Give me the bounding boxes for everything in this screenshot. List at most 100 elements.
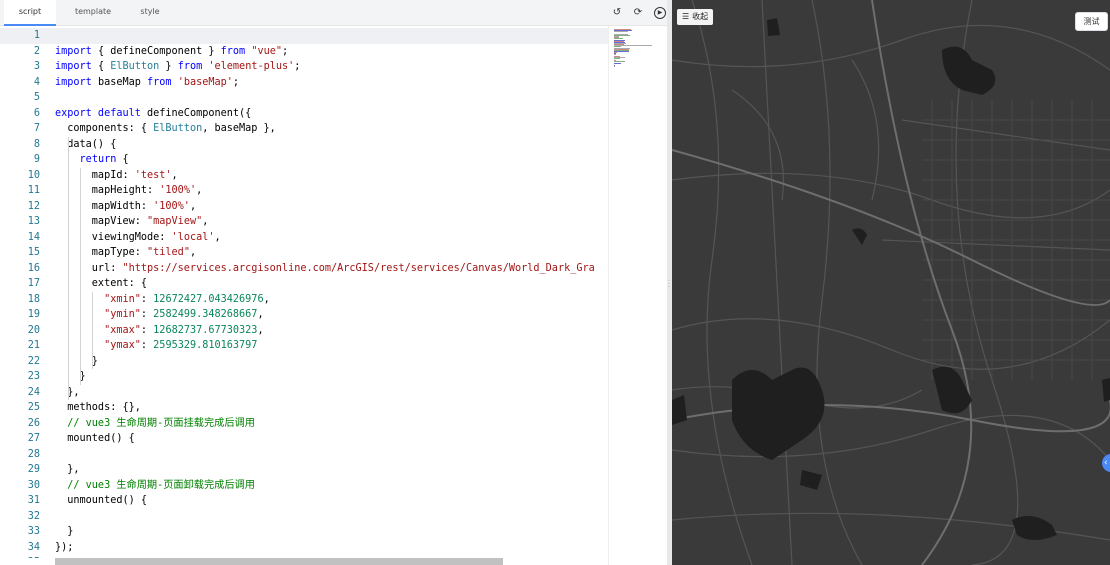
map-view[interactable]: ☰ 收起 测试 ‹: [672, 0, 1110, 565]
code-line[interactable]: 23 }: [0, 369, 608, 385]
code-line[interactable]: 1: [0, 28, 608, 44]
code-line[interactable]: 32: [0, 509, 608, 525]
code-line[interactable]: 26 // vue3 生命周期-页面挂载完成后调用: [0, 416, 608, 432]
code-text: "xmax": 12682737.67730323,: [104, 324, 264, 336]
code-text: },: [55, 464, 80, 475]
line-number: 27: [27, 433, 40, 444]
code-text: url: "https://services.arcgisonline.com/…: [55, 262, 595, 274]
indent-guide: [80, 167, 81, 385]
code-editor-pane: script template style ↺ ⟳ ▶ 1 2 import { d…: [0, 0, 667, 565]
code-text: }: [55, 371, 86, 382]
line-number: 10: [27, 169, 40, 181]
line-number: 29: [27, 464, 40, 475]
code-line[interactable]: 2 import { defineComponent } from "vue";: [0, 44, 608, 60]
code-line[interactable]: 24 },: [0, 385, 608, 401]
code-line[interactable]: 6 export default defineComponent({: [0, 106, 608, 122]
test-button[interactable]: 测试: [1075, 12, 1108, 31]
line-number: 24: [27, 386, 40, 398]
code-line[interactable]: 33 }: [0, 524, 608, 540]
code-line[interactable]: 12 mapWidth: '100%',: [0, 199, 608, 215]
code-text: components: { ElButton, baseMap },: [55, 123, 276, 134]
code-text: methods: {},: [55, 402, 141, 413]
code-line[interactable]: 9 return {: [0, 152, 608, 168]
line-number: 20: [27, 324, 40, 336]
menu-fold-icon: ☰: [682, 12, 690, 21]
line-number: 25: [27, 402, 40, 413]
code-text: export default defineComponent({: [55, 107, 252, 119]
code-line[interactable]: 29 },: [0, 462, 608, 478]
line-number: 22: [27, 355, 40, 367]
line-number: 32: [27, 510, 40, 522]
code-text: mapType: "tiled",: [55, 247, 197, 258]
line-number: 21: [27, 340, 40, 351]
code-line[interactable]: 30 // vue3 生命周期-页面卸载完成后调用: [0, 478, 608, 494]
refresh-icon[interactable]: ⟳: [632, 7, 644, 19]
undo-icon[interactable]: ↺: [611, 7, 623, 19]
vertical-scrollbar[interactable]: [608, 26, 609, 565]
line-number: 2: [33, 45, 40, 57]
code-text: }: [55, 526, 74, 537]
code-line[interactable]: 14 viewingMode: 'local',: [0, 230, 608, 246]
code-text: unmounted() {: [55, 495, 148, 506]
code-text: return {: [79, 154, 129, 165]
dark-basemap: [672, 0, 1110, 565]
code-text: "ymax": 2595329.810163797: [104, 340, 258, 351]
code-text: "ymin": 2582499.348268667,: [104, 309, 264, 320]
code-line[interactable]: 28: [0, 447, 608, 463]
code-text: mapHeight: '100%',: [55, 185, 203, 196]
code-line[interactable]: 8 data() {: [0, 137, 608, 153]
code-text: mapWidth: '100%',: [55, 200, 197, 212]
code-line[interactable]: 3 import { ElButton } from 'element-plus'…: [0, 59, 608, 75]
code-line[interactable]: 5: [0, 90, 608, 106]
line-number: 9: [33, 154, 40, 165]
code-line[interactable]: 31 unmounted() {: [0, 493, 608, 509]
tab-script[interactable]: script: [4, 0, 56, 26]
code-line[interactable]: 17 extent: {: [0, 276, 608, 292]
tab-template[interactable]: template: [60, 0, 126, 26]
minimap-line: [614, 57, 620, 59]
drag-handle-icon[interactable]: · · ·: [668, 279, 671, 292]
minimap-line: [614, 65, 616, 67]
line-number: 34: [27, 541, 40, 553]
code-line[interactable]: 34});: [0, 540, 608, 556]
indent-guide: [68, 136, 69, 400]
code-text: import baseMap from 'baseMap';: [55, 76, 240, 88]
code-line[interactable]: 7 components: { ElButton, baseMap },: [0, 121, 608, 137]
line-number: 30: [27, 479, 40, 491]
line-number: 16: [27, 262, 40, 274]
tab-style[interactable]: style: [128, 0, 172, 26]
line-number: 6: [33, 107, 40, 119]
line-number: 12: [27, 200, 40, 212]
code-line[interactable]: 11 mapHeight: '100%',: [0, 183, 608, 199]
code-text: mapId: 'test',: [55, 169, 178, 181]
line-number: 8: [33, 138, 40, 150]
run-icon[interactable]: ▶: [654, 7, 666, 19]
code-line[interactable]: 13 mapView: "mapView",: [0, 214, 608, 230]
horizontal-scrollbar[interactable]: [55, 558, 503, 565]
line-number: 13: [27, 216, 40, 227]
line-number: 19: [27, 309, 40, 320]
code-line[interactable]: 16 url: "https://services.arcgisonline.c…: [0, 261, 608, 277]
line-number: 1: [33, 30, 40, 41]
code-line[interactable]: 25 methods: {},: [0, 400, 608, 416]
line-number: 18: [27, 293, 40, 305]
line-number: 15: [27, 247, 40, 258]
collapse-button[interactable]: ☰ 收起: [677, 9, 714, 25]
line-number: 5: [33, 92, 40, 103]
line-number: 4: [33, 76, 40, 88]
line-number: 3: [33, 61, 40, 72]
code-line[interactable]: 15 mapType: "tiled",: [0, 245, 608, 261]
line-number: 26: [27, 417, 40, 429]
code-line[interactable]: 27 mounted() {: [0, 431, 608, 447]
minimap-line: [614, 31, 628, 33]
line-number: 33: [27, 526, 40, 537]
code-text: data() {: [55, 138, 117, 150]
line-number: 28: [27, 448, 40, 460]
code-minimap[interactable]: [612, 28, 654, 68]
code-text: "xmin": 12672427.043426976,: [104, 293, 270, 305]
code-line[interactable]: 4 import baseMap from 'baseMap';: [0, 75, 608, 91]
code-area[interactable]: 1 2 import { defineComponent } from "vue";…: [0, 28, 608, 558]
code-text: import { defineComponent } from "vue";: [55, 45, 289, 57]
code-line[interactable]: 10 mapId: 'test',: [0, 168, 608, 184]
minimap-line: [614, 62, 621, 64]
